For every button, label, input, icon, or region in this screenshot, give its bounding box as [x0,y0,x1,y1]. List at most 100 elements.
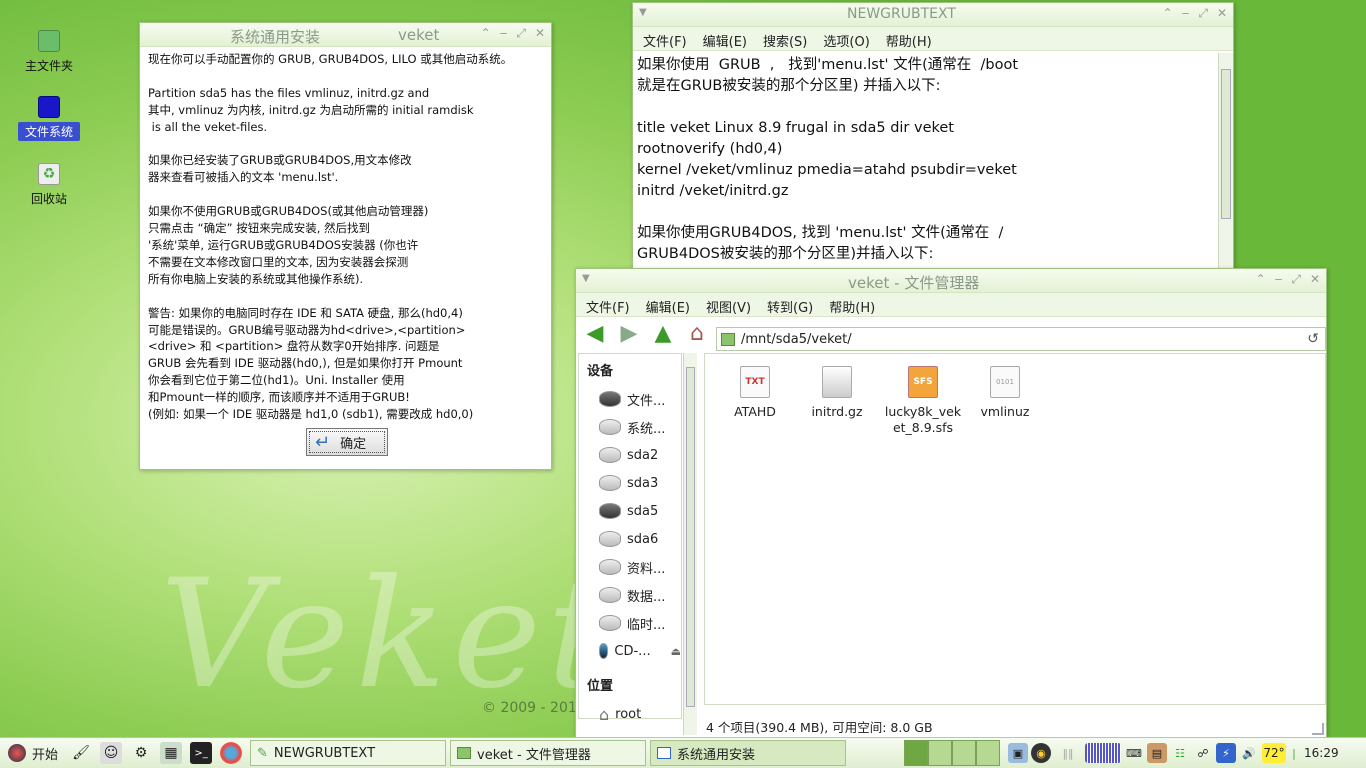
menu-help[interactable]: 帮助(H) [886,31,932,50]
task-editor[interactable]: ✎ NEWGRUBTEXT [250,740,447,766]
terminal-icon[interactable]: >_ [190,742,213,764]
file-item[interactable]: TXT ATAHD [713,366,797,420]
shade-icon[interactable]: ⌃ [1163,6,1173,21]
editor-titlebar[interactable]: ▼ NEWGRUBTEXT ⌃ ‒ ⤢ ✕ [633,3,1233,27]
minimize-icon[interactable]: ‒ [500,26,508,41]
menu-file[interactable]: 文件(F) [643,31,687,50]
resize-grip[interactable] [1312,723,1324,735]
sidebar-device-cd[interactable]: CD-... ⏏ [579,637,681,665]
sidebar-place-root[interactable]: ⌂ root [579,700,681,728]
network-tree-icon[interactable]: ☷ [1170,743,1190,763]
users-icon[interactable]: ☺ [100,742,123,764]
window-menu-icon[interactable]: ▼ [582,273,590,284]
package-manager-icon[interactable]: ▦ [160,742,183,764]
menu-edit[interactable]: 编辑(E) [703,31,747,50]
minimize-icon[interactable]: ‒ [1182,6,1190,21]
fm-titlebar[interactable]: ▼ veket - 文件管理器 ⌃ ‒ ⤢ ✕ [576,269,1326,293]
workspace-3[interactable] [952,740,977,766]
forward-arrow-icon[interactable]: ▶ [616,320,642,346]
separator-icon: ‖‖ [1062,746,1074,760]
menu-go[interactable]: 转到(G) [767,297,813,316]
storage-icon[interactable]: ▤ [1147,743,1167,763]
workspace-4[interactable] [976,740,1001,766]
scrollbar-thumb[interactable] [686,367,695,707]
sidebar-device[interactable]: sda3 [579,469,681,497]
desktop-icon-trash[interactable]: ♻ 回收站 [18,163,80,208]
ok-button[interactable]: ↵ 确定 [306,428,388,456]
sidebar-device[interactable]: 临时... [579,609,681,637]
shade-icon[interactable]: ⌃ [1256,272,1266,287]
drive-icon [599,447,621,463]
screenshot-icon[interactable]: ▣ [1008,743,1028,763]
menu-view[interactable]: 视图(V) [706,297,751,316]
up-arrow-icon[interactable]: ▲ [650,320,676,346]
camera-icon[interactable]: ◉ [1031,743,1051,763]
sidebar-device[interactable]: 资料... [579,553,681,581]
editor-menubar: 文件(F) 编辑(E) 搜索(S) 选项(O) 帮助(H) [633,27,1233,51]
editor-window: ▼ NEWGRUBTEXT ⌃ ‒ ⤢ ✕ 文件(F) 编辑(E) 搜索(S) … [632,2,1234,270]
task-installer[interactable]: 系统通用安装 [650,740,847,766]
scrollbar-thumb[interactable] [1221,69,1231,219]
drive-icon [599,391,621,407]
menu-help[interactable]: 帮助(H) [829,297,875,316]
minimize-icon[interactable]: ‒ [1275,272,1283,287]
menu-file[interactable]: 文件(F) [586,297,630,316]
desktop-icon-filesystem[interactable]: 文件系统 [18,96,80,141]
dialog-titlebar[interactable]: 系统通用安装 veket ⌃ ‒ ⤢ ✕ [140,23,551,47]
file-item[interactable]: 0101 vmlinuz [963,366,1047,420]
editor-scrollbar[interactable] [1218,53,1233,269]
drive-icon [599,559,621,575]
fm-title: veket - 文件管理器 [848,274,980,292]
paint-brush-icon[interactable]: 🖌 [70,742,92,764]
taskbar: 开始 🖌 ☺ ⚙ ▦ >_ ✎ NEWGRUBTEXT veket - 文件管理… [0,737,1366,768]
close-icon[interactable]: ✕ [1217,6,1227,21]
home-folder-icon [38,30,60,52]
sidebar-device[interactable]: 数据... [579,581,681,609]
workspace-1[interactable] [904,740,929,766]
window-menu-icon[interactable]: ▼ [639,7,647,18]
sidebar-device[interactable]: 文件... [579,385,681,413]
text-file-icon: TXT [740,366,770,398]
home-icon: ⌂ [599,704,610,724]
file-manager-window: ▼ veket - 文件管理器 ⌃ ‒ ⤢ ✕ 文件(F) 编辑(E) 视图(V… [575,268,1327,738]
menu-search[interactable]: 搜索(S) [763,31,807,50]
folder-icon [457,747,472,759]
file-list: TXT ATAHD initrd.gz SFS lucky8k_vek et_8… [704,353,1326,705]
drive-icon [599,587,621,603]
editor-text-area[interactable]: 如果你使用 GRUB , 找到'menu.lst' 文件(通常在 /boot 就… [637,55,1213,265]
sidebar-device[interactable]: sda2 [579,441,681,469]
menu-edit[interactable]: 编辑(E) [646,297,690,316]
drive-icon [599,531,621,547]
volume-icon[interactable]: 🔊 [1239,743,1259,763]
power-icon[interactable]: ⚡ [1216,743,1236,763]
install-dialog-window: 系统通用安装 veket ⌃ ‒ ⤢ ✕ 现在你可以手动配置你的 GRUB, G… [139,22,552,470]
file-item[interactable]: SFS lucky8k_vek et_8.9.sfs [879,366,967,436]
workspace-2[interactable] [928,740,953,766]
eject-icon[interactable]: ⏏ [671,645,681,658]
file-item[interactable]: initrd.gz [795,366,879,420]
browser-icon[interactable] [220,742,243,764]
sidebar-scrollbar[interactable] [683,353,697,735]
sidebar-device[interactable]: 系统... [579,413,681,441]
settings-icon[interactable]: ⚙ [130,742,152,764]
clock[interactable]: 16:29 [1304,746,1339,760]
back-arrow-icon[interactable]: ◀ [582,320,608,346]
enter-arrow-icon: ↵ [315,431,331,453]
keyboard-icon[interactable]: ⌨ [1124,743,1144,763]
close-icon[interactable]: ✕ [1310,272,1320,287]
maximize-icon[interactable]: ⤢ [516,26,526,41]
sidebar-device[interactable]: sda5 [579,497,681,525]
network-icon[interactable]: ☍ [1193,743,1213,763]
shade-icon[interactable]: ⌃ [481,26,491,41]
maximize-icon[interactable]: ⤢ [1198,6,1208,21]
path-bar[interactable]: /mnt/sda5/veket/ ↺ [716,327,1326,351]
maximize-icon[interactable]: ⤢ [1291,272,1301,287]
start-button[interactable]: 开始 [0,744,66,763]
refresh-icon[interactable]: ↺ [1307,331,1319,347]
menu-options[interactable]: 选项(O) [823,31,869,50]
desktop-icon-home[interactable]: 主文件夹 [18,30,80,75]
sidebar-device[interactable]: sda6 [579,525,681,553]
close-icon[interactable]: ✕ [535,26,545,41]
home-icon[interactable]: ⌂ [684,320,710,346]
task-file-manager[interactable]: veket - 文件管理器 [450,740,647,766]
